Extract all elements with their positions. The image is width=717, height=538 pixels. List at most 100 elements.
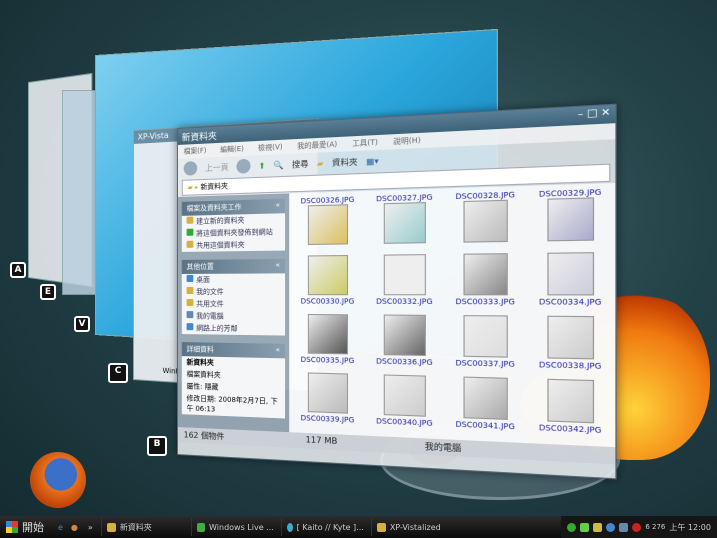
taskbar-button-windows-live[interactable]: Windows Live ... [191, 518, 279, 536]
window-thumb-icon[interactable]: A [10, 262, 26, 278]
image-thumbnail [547, 316, 594, 360]
image-thumbnail [547, 379, 594, 424]
menu-favorites[interactable]: 我的最愛(A) [297, 139, 337, 151]
file-item[interactable]: DSC00332.JPG [368, 254, 440, 313]
file-item[interactable]: DSC00336.JPG [368, 314, 440, 373]
collapse-icon[interactable]: « [276, 201, 280, 211]
file-name: DSC00335.JPG [301, 356, 355, 366]
file-name: DSC00333.JPG [455, 298, 514, 307]
tray-icon[interactable] [606, 523, 615, 532]
image-thumbnail [463, 377, 507, 420]
task-pane: 檔案及資料夾工作 « 建立新的資料夾 將這個資料夾發佈到網站 共用這個資料夾 其他… [178, 193, 289, 432]
file-name: DSC00330.JPG [301, 297, 355, 306]
details-panel: 詳細資料 « 新資料夾 檔案資料夾 屬性: 隱藏 修改日期: 2008年2月7日,… [182, 342, 285, 418]
item-count: 162 個物件 [184, 429, 225, 442]
detail-modified: 修改日期: 2008年2月7日, 下午 06:13 [182, 392, 285, 418]
file-name: DSC00340.JPG [376, 417, 433, 428]
search-icon: 🔍 [273, 160, 283, 170]
folder-icon: ▰ [317, 158, 323, 168]
folder-icon [377, 523, 386, 532]
image-thumbnail [463, 315, 507, 358]
menu-edit[interactable]: 編輯(E) [220, 144, 244, 155]
file-item[interactable]: DSC00342.JPG [530, 378, 610, 442]
file-item[interactable]: DSC00326.JPG [293, 195, 362, 253]
image-thumbnail [383, 374, 425, 416]
search-button[interactable]: 搜尋 [292, 158, 309, 170]
places-panel: 其他位置 « 桌面 我的文件 共用文件 我的電腦 網路上的芳鄰 [182, 259, 285, 336]
file-item[interactable]: DSC00330.JPG [293, 255, 362, 312]
file-name: DSC00338.JPG [539, 361, 602, 371]
image-thumbnail [307, 314, 347, 354]
quicklaunch-more-icon[interactable]: » [88, 523, 93, 532]
taskbar-button-xp-vistalized[interactable]: XP-Vistalized [371, 518, 459, 536]
window-thumb-icon[interactable]: V [74, 316, 90, 332]
file-item[interactable]: DSC00334.JPG [530, 252, 610, 314]
file-item[interactable]: DSC00341.JPG [447, 376, 523, 438]
file-item[interactable]: DSC00340.JPG [368, 374, 440, 435]
panel-title: 詳細資料 [187, 344, 214, 355]
image-thumbnail [463, 253, 507, 295]
place-my-computer[interactable]: 我的電腦 [182, 310, 285, 323]
image-thumbnail [307, 204, 347, 245]
file-name: DSC00339.JPG [301, 414, 355, 425]
place-network[interactable]: 網路上的芳鄰 [182, 322, 285, 336]
file-item[interactable]: DSC00328.JPG [447, 190, 523, 251]
windows-live-icon [197, 523, 205, 532]
tray-number: 6 276 [645, 523, 665, 531]
taskbar-button-folder[interactable]: 新資料夾 [101, 518, 189, 536]
file-item[interactable]: DSC00329.JPG [530, 188, 610, 251]
file-item[interactable]: DSC00333.JPG [447, 253, 523, 313]
window-thumb-icon[interactable]: C [108, 363, 128, 383]
tray-icon[interactable] [593, 523, 602, 532]
menu-view[interactable]: 檢視(V) [258, 142, 283, 153]
clock[interactable]: 上午 12:00 [669, 522, 711, 533]
menu-tools[interactable]: 工具(T) [352, 137, 378, 149]
up-folder-icon[interactable]: ⬆ [259, 161, 266, 171]
tray-icon[interactable] [619, 523, 628, 532]
back-arrow-icon[interactable] [184, 161, 198, 176]
window-controls[interactable]: – □ ✕ [578, 107, 611, 122]
task-share[interactable]: 共用這個資料夾 [182, 238, 285, 252]
file-name: DSC00332.JPG [376, 297, 433, 306]
place-shared-documents[interactable]: 共用文件 [182, 298, 285, 311]
forward-arrow-icon[interactable] [237, 159, 251, 174]
start-label: 開始 [22, 519, 44, 535]
file-item[interactable]: DSC00335.JPG [293, 314, 362, 372]
firefox-logo [30, 452, 86, 508]
place-desktop[interactable]: 桌面 [182, 273, 285, 286]
folder-icon [107, 523, 116, 532]
menu-file[interactable]: 檔案(F) [184, 146, 207, 157]
tasks-panel: 檔案及資料夾工作 « 建立新的資料夾 將這個資料夾發佈到網站 共用這個資料夾 [182, 199, 285, 252]
window-thumb-icon[interactable]: E [40, 284, 56, 300]
taskbar-button-kaito[interactable]: [ Kaito // Kyte ]... [281, 518, 369, 536]
file-item[interactable]: DSC00337.JPG [447, 315, 523, 376]
folder-icon: ▰ ▸ [188, 183, 201, 192]
image-thumbnail [383, 202, 425, 244]
tray-icon[interactable] [632, 523, 641, 532]
image-thumbnail [383, 254, 425, 295]
panel-title: 檔案及資料夾工作 [187, 202, 242, 214]
tray-icon[interactable] [580, 523, 589, 532]
file-name: DSC00342.JPG [539, 423, 602, 435]
tray-icon[interactable] [567, 523, 576, 532]
views-button[interactable]: ▦▾ [366, 156, 379, 166]
collapse-icon[interactable]: « [276, 346, 280, 356]
window-thumb-icon[interactable]: B [147, 436, 167, 456]
total-size: 117 MB [306, 435, 338, 448]
quicklaunch-ie-icon[interactable]: e [58, 523, 63, 532]
file-item[interactable]: DSC00338.JPG [530, 316, 610, 379]
windows-flag-icon [6, 521, 18, 533]
quicklaunch-messenger-icon[interactable]: ● [71, 523, 78, 532]
explorer-window[interactable]: 新資料夾 – □ ✕ 檔案(F) 編輯(E) 檢視(V) 我的最愛(A) 工具(… [177, 104, 617, 480]
image-thumbnail [307, 372, 347, 413]
menu-help[interactable]: 說明(H) [393, 135, 420, 147]
collapse-icon[interactable]: « [276, 261, 280, 271]
back-button[interactable]: 上一頁 [205, 161, 229, 173]
file-item[interactable]: DSC00327.JPG [368, 193, 440, 253]
panel-title: 其他位置 [187, 262, 214, 272]
place-my-documents[interactable]: 我的文件 [182, 286, 285, 298]
folders-button[interactable]: 資料夾 [332, 156, 358, 169]
file-item[interactable]: DSC00339.JPG [293, 372, 362, 431]
start-button[interactable]: 開始 [0, 519, 54, 535]
image-thumbnail [383, 315, 425, 357]
